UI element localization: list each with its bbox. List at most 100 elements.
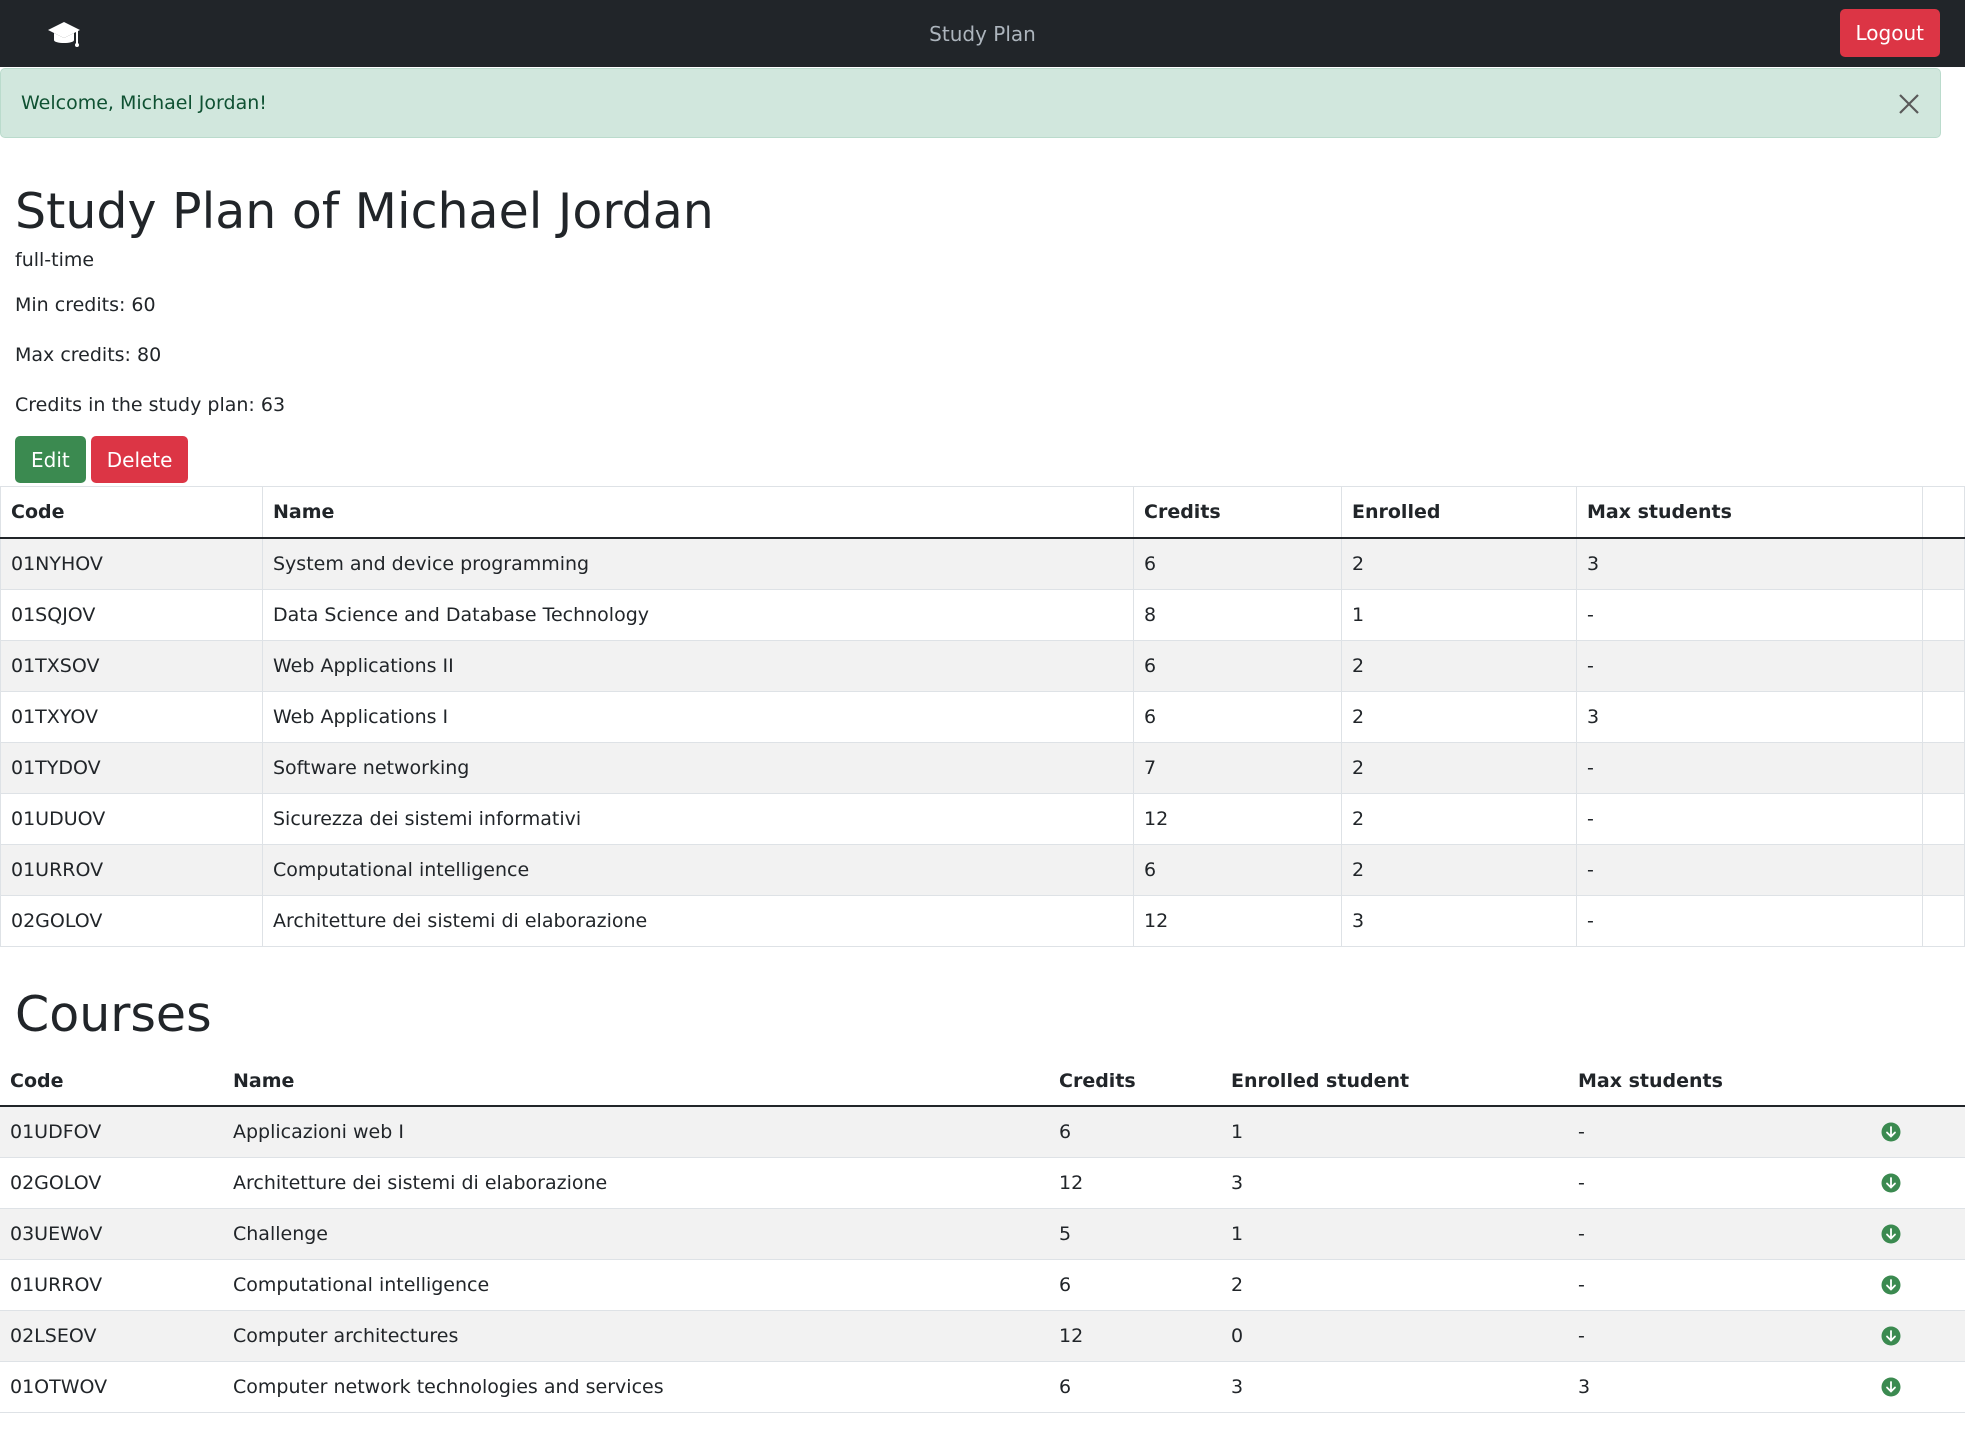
welcome-message: Welcome, Michael Jordan! xyxy=(21,92,267,114)
table-row: 02GOLOV Architetture dei sistemi di elabo… xyxy=(0,895,1965,947)
row-action-cell xyxy=(1881,1310,1965,1362)
plan-actions: Edit Delete xyxy=(15,436,1965,483)
course-enrolled: 2 xyxy=(1341,844,1577,896)
course-credits: 12 xyxy=(1049,1310,1221,1362)
course-enrolled: 3 xyxy=(1221,1157,1568,1209)
study-plan-table: Code Name Credits Enrolled Max students … xyxy=(0,486,1965,947)
course-max-students: 3 xyxy=(1576,537,1923,590)
table-row: 02GOLOV Architetture dei sistemi di elabo… xyxy=(0,1157,1965,1209)
course-name: Computational intelligence xyxy=(262,844,1134,896)
expand-down-icon[interactable] xyxy=(1881,1173,1901,1193)
table-row: 01OTWOV Computer network technologies and… xyxy=(0,1361,1965,1413)
course-max-students: - xyxy=(1576,589,1923,641)
course-code: 01URROV xyxy=(0,844,263,896)
empty-cell xyxy=(1922,844,1965,896)
empty-cell xyxy=(1922,742,1965,794)
empty-cell xyxy=(1922,895,1965,947)
course-enrolled: 2 xyxy=(1341,793,1577,845)
column-header: Max students xyxy=(1576,486,1923,539)
expand-down-icon[interactable] xyxy=(1881,1377,1901,1397)
course-max-students: - xyxy=(1568,1157,1881,1209)
study-plan-info: full-time Min credits: 60 Max credits: 8… xyxy=(15,240,1965,430)
edit-button[interactable]: Edit xyxy=(15,436,86,483)
empty-cell xyxy=(1922,691,1965,743)
course-max-students: - xyxy=(1568,1259,1881,1311)
column-header: Enrolled xyxy=(1341,486,1577,539)
column-header-empty xyxy=(1881,1057,1965,1107)
course-credits: 6 xyxy=(1133,537,1342,590)
course-max-students: - xyxy=(1568,1106,1881,1158)
column-header: Max students xyxy=(1568,1057,1881,1107)
row-action-cell xyxy=(1881,1208,1965,1260)
column-header: Code xyxy=(0,1057,223,1107)
course-credits: 12 xyxy=(1049,1157,1221,1209)
course-enrolled: 2 xyxy=(1341,691,1577,743)
course-credits: 6 xyxy=(1049,1259,1221,1311)
course-credits: 6 xyxy=(1133,640,1342,692)
course-max-students: - xyxy=(1576,742,1923,794)
course-max-students: - xyxy=(1576,793,1923,845)
table-row: 01TXYOV Web Applications I623 xyxy=(0,691,1965,743)
graduation-cap-icon[interactable] xyxy=(46,18,82,50)
course-code: 01TYDOV xyxy=(0,742,263,794)
course-code: 01TXYOV xyxy=(0,691,263,743)
expand-down-icon[interactable] xyxy=(1881,1326,1901,1346)
expand-down-icon[interactable] xyxy=(1881,1122,1901,1142)
page-title: Study Plan of Michael Jordan xyxy=(15,183,714,240)
table-row: 03UEWoV Challenge 5 1- xyxy=(0,1208,1965,1260)
courses-table: Code Name Credits Enrolled student Max s… xyxy=(0,1057,1965,1413)
row-action-cell xyxy=(1881,1361,1965,1413)
max-credits: Max credits: 80 xyxy=(15,344,162,366)
empty-cell xyxy=(1922,640,1965,692)
course-name: System and device programming xyxy=(262,537,1134,590)
course-enrolled: 2 xyxy=(1221,1259,1568,1311)
table-row: 01UDUOV Sicurezza dei sistemi informativi… xyxy=(0,793,1965,845)
close-icon[interactable] xyxy=(1897,92,1921,116)
logout-button[interactable]: Logout xyxy=(1839,9,1940,57)
course-credits: 6 xyxy=(1133,844,1342,896)
course-name: Web Applications II xyxy=(262,640,1134,692)
course-name: Software networking xyxy=(262,742,1134,794)
course-name: Computational intelligence xyxy=(223,1259,1049,1311)
course-enrolled: 2 xyxy=(1341,640,1577,692)
course-name: Architetture dei sistemi di elaborazione xyxy=(262,895,1134,947)
course-name: Web Applications I xyxy=(262,691,1134,743)
plan-type: full-time xyxy=(15,249,95,271)
table-header-row: Code Name Credits Enrolled student Max s… xyxy=(0,1057,1965,1107)
column-header: Name xyxy=(223,1057,1049,1107)
app-title: Study Plan xyxy=(929,21,1036,46)
course-code: 01TXSOV xyxy=(0,640,263,692)
column-header: Credits xyxy=(1049,1057,1221,1107)
course-code: 01OTWOV xyxy=(0,1361,223,1413)
delete-button[interactable]: Delete xyxy=(90,436,189,483)
course-max-students: 3 xyxy=(1568,1361,1881,1413)
course-code: 01SQJOV xyxy=(0,589,263,641)
course-code: 01UDUOV xyxy=(0,793,263,845)
credits-in-plan: Credits in the study plan: 63 xyxy=(15,394,286,416)
course-code: 01UDFOV xyxy=(0,1106,223,1158)
course-enrolled: 1 xyxy=(1341,589,1577,641)
column-header: Name xyxy=(262,486,1134,539)
course-max-students: - xyxy=(1568,1310,1881,1362)
course-code: 03UEWoV xyxy=(0,1208,223,1260)
study-plan-rows: 01NYHOV System and device programming 6 2 3 0… xyxy=(0,537,1965,947)
expand-down-icon[interactable] xyxy=(1881,1224,1901,1244)
row-action-cell xyxy=(1881,1106,1965,1158)
column-header: Code xyxy=(0,486,263,539)
course-code: 01NYHOV xyxy=(0,537,263,590)
column-header: Credits xyxy=(1133,486,1342,539)
row-action-cell xyxy=(1881,1259,1965,1311)
empty-cell xyxy=(1922,793,1965,845)
course-max-students: 3 xyxy=(1576,691,1923,743)
empty-cell xyxy=(1922,537,1965,590)
course-max-students: - xyxy=(1576,844,1923,896)
table-row: 01TXSOV Web Applications II 6 2- xyxy=(0,640,1965,692)
course-credits: 12 xyxy=(1133,895,1342,947)
course-name: Data Science and Database Technology xyxy=(262,589,1134,641)
expand-down-icon[interactable] xyxy=(1881,1275,1901,1295)
course-enrolled: 1 xyxy=(1221,1106,1568,1158)
study-plan-section: Study Plan of Michael Jordan full-time M… xyxy=(0,138,1965,483)
course-enrolled: 3 xyxy=(1221,1361,1568,1413)
table-row: 02LSEOV Computer architectures 12 0- xyxy=(0,1310,1965,1362)
course-max-students: - xyxy=(1576,640,1923,692)
